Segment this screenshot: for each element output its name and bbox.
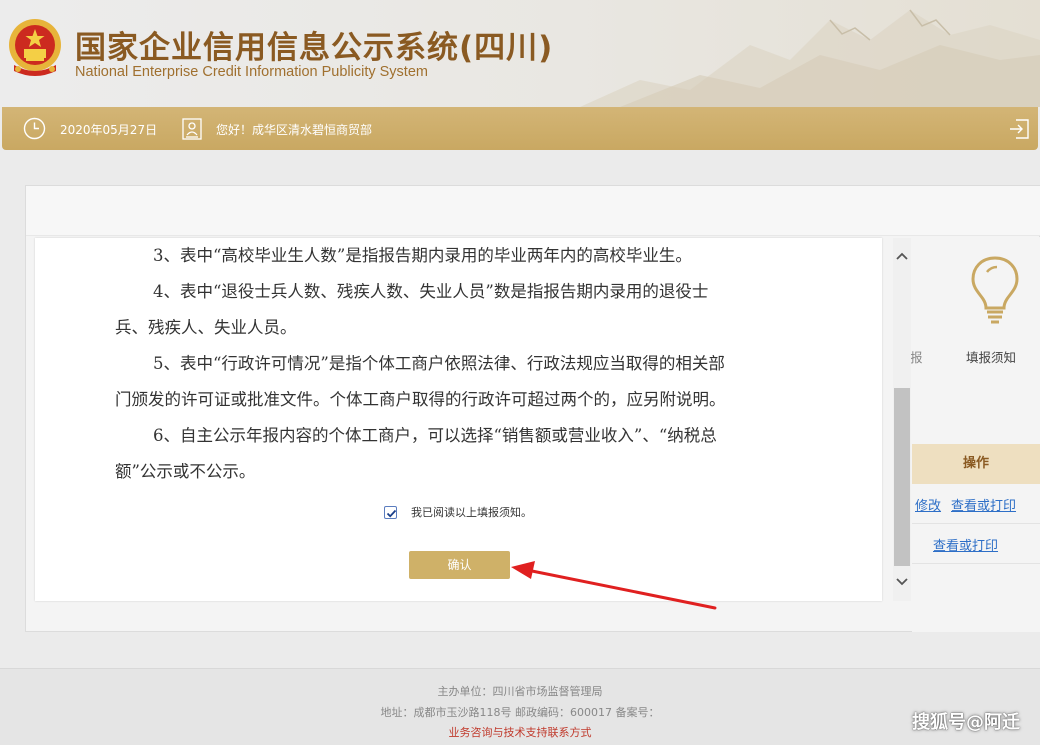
modal-scrollbar[interactable] — [893, 238, 911, 601]
notice-line: 5、表中“行政许可情况”是指个体工商户依照法律、行政法规应当取得的相关部 — [153, 354, 725, 373]
footer-address: 地址：成都市玉沙路118号 邮政编码：600017 备案号： — [380, 706, 660, 719]
operation-column-header: 操作 — [912, 444, 1040, 484]
scroll-down-icon[interactable] — [893, 572, 911, 590]
filing-notice-modal: 3、表中“高校毕业生人数”是指报告期内录用的毕业两年内的高校毕业生。 4、表中“… — [35, 238, 882, 601]
logout-icon[interactable] — [1008, 118, 1030, 140]
notice-paragraph: 4、表中“退役士兵人数、残疾人数、失业人员”数是指报告期内录用的退役士 兵、残疾… — [115, 274, 805, 346]
user-card-icon — [182, 118, 202, 140]
watermark: 搜狐号@阿迁 — [912, 712, 1020, 733]
partial-menu-label: 报 — [910, 350, 923, 365]
current-date: 2020年05月27日 — [60, 123, 158, 137]
table-row: 查看或打印 — [912, 524, 1040, 564]
check-icon — [386, 509, 397, 517]
footer-support-link[interactable]: 业务咨询与技术支持联系方式 — [0, 724, 1040, 740]
site-title-cn: 国家企业信用信息公示系统(四川) — [75, 30, 554, 66]
view-print-link[interactable]: 查看或打印 — [951, 495, 1016, 514]
notice-line: 6、自主公示年报内容的个体工商户，可以选择“销售额或营业收入”、“纳税总 — [153, 426, 717, 445]
notice-paragraph: 3、表中“高校毕业生人数”是指报告期内录用的毕业两年内的高校毕业生。 — [115, 238, 805, 274]
panel-top-bar — [26, 186, 1040, 236]
notice-paragraph: 5、表中“行政许可情况”是指个体工商户依照法律、行政法规应当取得的相关部 门颁发… — [115, 346, 805, 418]
confirm-button[interactable]: 确认 — [409, 551, 510, 579]
national-emblem-icon — [9, 19, 61, 76]
lightbulb-icon[interactable] — [967, 254, 1023, 328]
info-bar: 2020年05月27日 您好！成华区清水碧恒商贸部 — [2, 107, 1038, 150]
table-row: 修改 查看或打印 — [912, 484, 1040, 524]
scroll-up-icon[interactable] — [893, 248, 911, 266]
agree-checkbox-label[interactable]: 我已阅读以上填报须知。 — [411, 504, 532, 520]
notice-paragraph: 6、自主公示年报内容的个体工商户，可以选择“销售额或营业收入”、“纳税总 额”公… — [115, 418, 805, 490]
site-footer: 主办单位：四川省市场监督管理局 地址：成都市玉沙路118号 邮政编码：60001… — [0, 668, 1040, 745]
scroll-thumb[interactable] — [894, 388, 910, 566]
agree-checkbox[interactable] — [384, 505, 397, 519]
notice-line: 4、表中“退役士兵人数、残疾人数、失业人员”数是指报告期内录用的退役士 — [153, 282, 709, 301]
footer-organizer: 主办单位：四川省市场监督管理局 — [437, 685, 603, 698]
user-greeting: 您好！成华区清水碧恒商贸部 — [216, 123, 373, 137]
view-print-link[interactable]: 查看或打印 — [933, 535, 998, 554]
site-header: 国家企业信用信息公示系统(四川) National Enterprise Cre… — [0, 0, 1040, 107]
modify-link[interactable]: 修改 — [915, 495, 941, 514]
filing-guide-label[interactable]: 填报须知 — [966, 347, 1016, 366]
red-arrow-annotation-icon — [511, 561, 717, 610]
site-title-en: National Enterprise Credit Information P… — [75, 64, 428, 80]
notice-line: 额”公示或不公示。 — [115, 462, 256, 481]
mountain-decoration-icon — [580, 9, 1040, 107]
agree-checkbox-row[interactable]: 我已阅读以上填报须知。 — [384, 504, 532, 520]
clock-icon — [23, 117, 46, 140]
notice-line: 3、表中“高校毕业生人数”是指报告期内录用的毕业两年内的高校毕业生。 — [153, 246, 692, 265]
notice-line: 门颁发的许可证或批准文件。个体工商户取得的行政许可超过两个的，应另附说明。 — [115, 390, 726, 409]
notice-line: 兵、残疾人、失业人员。 — [115, 318, 297, 337]
